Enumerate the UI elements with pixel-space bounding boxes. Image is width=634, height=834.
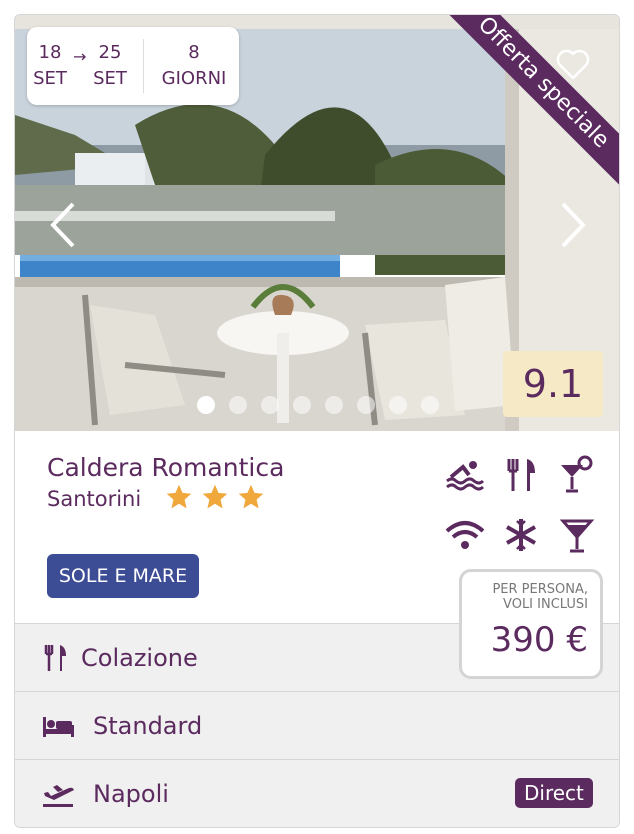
heart-icon[interactable] xyxy=(555,47,591,81)
bar-icon xyxy=(561,455,593,493)
price-box[interactable]: PER PERSONA, VOLI INCLUSI 390 € xyxy=(459,569,603,679)
plane-departure-icon xyxy=(43,785,74,807)
chevron-left-icon[interactable] xyxy=(45,200,81,250)
gallery-dot[interactable] xyxy=(261,396,279,414)
start-day: 18 xyxy=(38,42,62,63)
chevron-right-icon[interactable] xyxy=(555,200,591,250)
wifi-icon xyxy=(445,521,485,549)
divider xyxy=(143,39,144,93)
gallery-dot[interactable] xyxy=(389,396,407,414)
star-icon xyxy=(166,484,192,509)
restaurant-icon xyxy=(507,459,535,491)
hero-gallery[interactable]: 18 SET → 25 SET 8 GIORNI Offerta special… xyxy=(15,15,619,431)
gallery-dot[interactable] xyxy=(421,396,439,414)
restaurant-icon xyxy=(44,645,66,671)
star-icon xyxy=(202,484,228,509)
end-date: 25 SET xyxy=(87,40,133,92)
swimming-pool-icon xyxy=(446,461,485,491)
start-month: SET xyxy=(33,68,67,89)
bed-icon xyxy=(43,717,74,737)
gallery-dot[interactable] xyxy=(357,396,375,414)
end-month: SET xyxy=(93,68,127,89)
duration-label: GIORNI xyxy=(161,68,227,89)
gallery-pagination[interactable] xyxy=(197,396,439,414)
arrow-right-icon: → xyxy=(73,46,87,66)
price-value: 390 € xyxy=(490,620,588,660)
start-date: 18 SET xyxy=(27,40,73,92)
gallery-dot[interactable] xyxy=(229,396,247,414)
gallery-dot[interactable] xyxy=(325,396,343,414)
duration: 8 GIORNI xyxy=(156,40,232,92)
direct-flight-badge: Direct xyxy=(515,778,593,808)
date-range: 18 SET → 25 SET 8 GIORNI xyxy=(27,27,239,105)
gallery-dot[interactable] xyxy=(197,396,215,414)
board-label: Colazione xyxy=(81,643,198,672)
price-note: PER PERSONA, VOLI INCLUSI xyxy=(492,582,588,612)
duration-count: 8 xyxy=(188,42,200,63)
hotel-name[interactable]: Caldera Romantica xyxy=(47,453,284,482)
category-tag[interactable]: SOLE E MARE xyxy=(47,554,199,598)
hotel-location: Santorini xyxy=(47,487,142,511)
cocktail-icon xyxy=(559,519,595,553)
room-label: Standard xyxy=(93,711,203,740)
room-row: Standard xyxy=(15,691,619,759)
gallery-dot[interactable] xyxy=(293,396,311,414)
offer-card[interactable]: 18 SET → 25 SET 8 GIORNI Offerta special… xyxy=(14,14,620,828)
departure-row: Napoli Direct xyxy=(15,759,619,827)
departure-label: Napoli xyxy=(93,779,169,808)
review-score: 9.1 xyxy=(503,351,603,417)
star-rating xyxy=(165,483,265,511)
end-day: 25 xyxy=(98,42,122,63)
air-conditioning-icon xyxy=(506,519,536,551)
star-icon xyxy=(238,484,264,509)
